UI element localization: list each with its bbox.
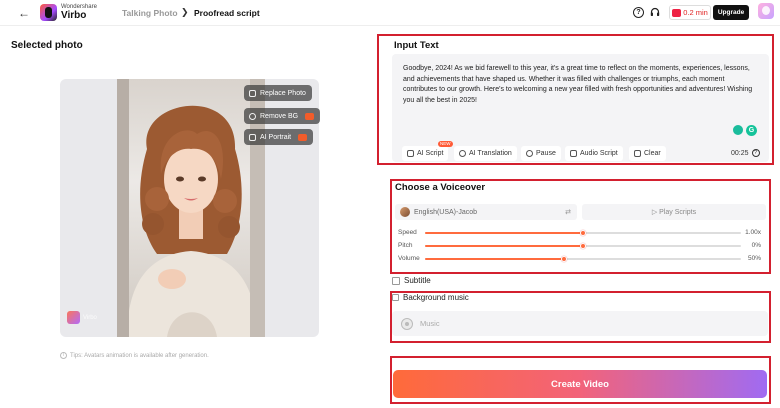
chevron-right-icon: ❯ [181, 7, 189, 17]
speed-slider-fill [425, 232, 583, 234]
pitch-slider-fill [425, 245, 583, 247]
audio-script-label: Audio Script [580, 150, 618, 157]
ai-script-label: AI Script [417, 150, 444, 157]
speed-value: 1.00x [745, 229, 761, 236]
eraser-icon [634, 150, 641, 157]
app-logo[interactable]: Wondershare Virbo [40, 4, 97, 21]
pitch-value: 0% [751, 242, 761, 249]
tips-note: i Tips: Avatars animation is available a… [60, 352, 209, 359]
upgrade-button[interactable]: Upgrade [713, 5, 749, 20]
replace-photo-button[interactable]: Replace Photo [244, 85, 312, 101]
pro-badge-icon [305, 112, 315, 120]
pitch-slider-handle[interactable] [580, 243, 586, 249]
music-placeholder: Music [420, 319, 440, 328]
voice-avatar [400, 207, 410, 217]
portrait-illustration [127, 105, 257, 337]
play-scripts-label: Play Scripts [659, 208, 697, 216]
new-badge: NEW [438, 141, 453, 147]
lightbulb-icon[interactable] [733, 125, 743, 135]
swap-icon[interactable]: ⇄ [565, 208, 571, 216]
help-icon[interactable]: ? [633, 7, 644, 18]
audio-script-button[interactable]: Audio Script [565, 146, 623, 161]
virbo-watermark-icon [67, 311, 80, 324]
replace-photo-label: Replace Photo [260, 89, 306, 97]
pitch-label: Pitch [398, 242, 413, 249]
pro-badge-icon [298, 133, 308, 141]
virbo-logo-icon [40, 4, 57, 21]
breadcrumb-talking-photo[interactable]: Talking Photo [122, 8, 178, 18]
pitch-slider[interactable] [425, 243, 741, 249]
grammarly-icon[interactable]: G [746, 125, 757, 136]
script-text[interactable]: Goodbye, 2024! As we bid farewell to thi… [403, 64, 759, 106]
script-duration: 00:25 ? [731, 149, 760, 157]
ai-translation-button[interactable]: AI Translation [454, 146, 517, 161]
ai-translation-label: AI Translation [469, 150, 512, 157]
volume-label: Volume [398, 255, 420, 262]
help-icon[interactable]: ? [751, 149, 760, 157]
ai-portrait-label: AI Portrait [260, 133, 292, 141]
tips-text: Tips: Avatars animation is available aft… [70, 352, 209, 359]
ai-script-button[interactable]: AI Script [402, 146, 449, 161]
duration-value: 00:25 [731, 149, 749, 157]
voice-name: English(USA)-Jacob [414, 208, 478, 216]
waveform-icon [570, 150, 577, 157]
play-scripts-button[interactable]: ▷ Play Scripts [582, 204, 766, 220]
ai-portrait-button[interactable]: AI Portrait [244, 129, 314, 145]
volume-slider-handle[interactable] [561, 256, 567, 262]
clock-icon [526, 150, 533, 157]
swap-icon [249, 89, 256, 97]
pause-label: Pause [536, 150, 556, 157]
voice-selector[interactable]: English(USA)-Jacob ⇄ [395, 204, 577, 220]
remove-bg-button[interactable]: Remove BG [244, 108, 321, 124]
background-music-checkbox[interactable] [392, 294, 399, 301]
brand-name: Virbo [61, 10, 87, 21]
volume-slider[interactable] [425, 256, 741, 262]
create-video-button[interactable]: Create Video [393, 370, 767, 398]
subtitle-checkbox[interactable] [392, 277, 400, 285]
music-selector[interactable]: Music [392, 311, 768, 336]
watermark-text: Virbo [83, 314, 97, 321]
cutout-icon [249, 112, 256, 120]
breadcrumb-proofread: Proofread script [194, 8, 260, 18]
portrait-image [117, 79, 265, 337]
watermark: Virbo [67, 311, 97, 324]
portrait-icon [249, 133, 256, 141]
headset-icon[interactable] [650, 7, 660, 18]
input-text-title: Input Text [394, 40, 439, 51]
speed-label: Speed [398, 229, 417, 236]
info-icon: i [60, 352, 67, 359]
selected-photo-title: Selected photo [11, 40, 83, 51]
volume-slider-fill [425, 258, 564, 260]
volume-value: 50% [747, 255, 761, 262]
remove-bg-label: Remove BG [260, 112, 299, 120]
ai-script-icon [407, 150, 414, 157]
credits-icon [672, 8, 682, 17]
music-disc-icon [401, 317, 413, 330]
pause-button[interactable]: Pause [521, 146, 561, 161]
user-avatar[interactable] [758, 3, 774, 19]
credits-value: 0.2 min [683, 8, 708, 17]
top-bar: ← Wondershare Virbo Talking Photo ❯ Proo… [0, 0, 780, 26]
subtitle-label[interactable]: Subtitle [404, 276, 431, 285]
voiceover-title: Choose a Voiceover [395, 182, 486, 193]
play-icon: ▷ [651, 209, 660, 216]
translate-icon [459, 150, 466, 157]
speed-slider-handle[interactable] [580, 230, 586, 236]
clear-label: Clear [644, 150, 661, 157]
speed-slider[interactable] [425, 230, 741, 236]
credits-badge[interactable]: 0.2 min [669, 5, 711, 20]
arrow-left-icon[interactable]: ← [16, 5, 32, 21]
clear-button[interactable]: Clear [629, 146, 666, 161]
background-music-label[interactable]: Background music [403, 293, 469, 302]
